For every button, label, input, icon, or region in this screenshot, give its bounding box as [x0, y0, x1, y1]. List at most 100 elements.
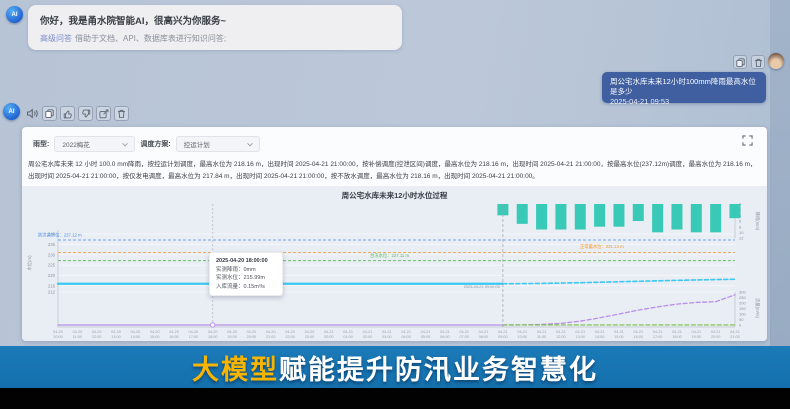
svg-text:10: 10 [739, 230, 744, 235]
svg-text:04-20: 04-20 [285, 330, 295, 334]
rain-type-select[interactable]: 2022梅花 [54, 136, 135, 152]
svg-text:04-20: 04-20 [247, 330, 257, 334]
svg-text:04-20: 04-20 [131, 330, 141, 334]
svg-text:18:00: 18:00 [208, 335, 218, 339]
export-icon [99, 109, 109, 119]
banner-highlight: 大模型 [192, 348, 279, 387]
svg-text:04-20: 04-20 [111, 330, 121, 334]
svg-text:04:00: 04:00 [401, 335, 411, 339]
svg-text:04-20: 04-20 [266, 330, 276, 334]
user-message-time: 2025-04-21 09:53 [610, 97, 758, 107]
plan-value: 控运计划 [184, 139, 210, 149]
svg-text:03:00: 03:00 [382, 335, 392, 339]
svg-text:21:00: 21:00 [266, 335, 276, 339]
svg-text:225: 225 [48, 263, 56, 268]
svg-text:04-20: 04-20 [92, 330, 102, 334]
svg-text:15:00: 15:00 [150, 335, 160, 339]
tooltip-time: 2025-04-20 18:00:00 [216, 257, 276, 266]
svg-text:04-21: 04-21 [691, 330, 701, 334]
rain-type-value: 2022梅花 [62, 139, 89, 149]
svg-text:16:00: 16:00 [634, 335, 644, 339]
svg-text:02:00: 02:00 [363, 335, 373, 339]
copy-icon [45, 109, 54, 118]
svg-text:19:00: 19:00 [227, 335, 237, 339]
svg-text:12: 12 [739, 236, 744, 241]
chart-canvas: 2402352302252202152120246810123002502001… [22, 186, 767, 341]
svg-text:235: 235 [48, 242, 56, 247]
svg-text:04-21: 04-21 [382, 330, 392, 334]
thumbs-down-button[interactable] [78, 106, 93, 121]
advanced-qa-desc: 借助于文档、API、数据库表进行知识问答; [75, 34, 226, 43]
svg-text:04-21: 04-21 [730, 330, 740, 334]
delete-button[interactable] [114, 106, 129, 121]
sound-button[interactable] [25, 106, 40, 121]
thumbs-up-button[interactable] [60, 106, 75, 121]
svg-text:04-21: 04-21 [653, 330, 663, 334]
svg-text:水位(m): 水位(m) [26, 255, 32, 271]
svg-text:18:00: 18:00 [672, 335, 682, 339]
svg-text:22:00: 22:00 [285, 335, 295, 339]
svg-text:04-21: 04-21 [575, 330, 585, 334]
svg-text:00:00: 00:00 [324, 335, 334, 339]
delete-button[interactable] [751, 55, 765, 69]
svg-text:04-20: 04-20 [305, 330, 315, 334]
svg-text:13:00: 13:00 [111, 335, 121, 339]
svg-text:04-21: 04-21 [440, 330, 450, 334]
svg-text:12:00: 12:00 [92, 335, 102, 339]
copy-button[interactable] [733, 55, 747, 69]
svg-text:150: 150 [739, 306, 746, 311]
svg-text:14:00: 14:00 [131, 335, 141, 339]
svg-text:300: 300 [739, 290, 746, 295]
delete-icon [117, 109, 126, 118]
svg-text:04-21: 04-21 [421, 330, 431, 334]
svg-text:10:00: 10:00 [53, 335, 63, 339]
fullscreen-button[interactable] [742, 133, 753, 151]
svg-text:01:00: 01:00 [343, 335, 353, 339]
svg-text:04-20: 04-20 [189, 330, 199, 334]
user-avatar [768, 53, 784, 69]
svg-text:250: 250 [739, 295, 746, 300]
export-button[interactable] [96, 106, 111, 121]
svg-text:11:00: 11:00 [537, 335, 546, 339]
svg-text:05:00: 05:00 [421, 335, 431, 339]
svg-text:04-21: 04-21 [401, 330, 411, 334]
svg-text:06:00: 06:00 [440, 335, 450, 339]
svg-text:04-21: 04-21 [537, 330, 547, 334]
svg-text:20:00: 20:00 [711, 335, 721, 339]
chevron-down-icon [246, 141, 254, 148]
plan-select[interactable]: 控运计划 [176, 136, 260, 152]
svg-text:04-20: 04-20 [53, 330, 63, 334]
answer-card: 雨型: 2022梅花 调度方案: 控运计划 周公宅水库未来 12 小时 100.… [22, 127, 767, 341]
advanced-qa-tag[interactable]: 高级问答 [40, 34, 72, 43]
series-预报水位 [503, 279, 735, 283]
tooltip-inflow: 入库流量：0.15m³/s [216, 283, 276, 292]
svg-text:04-21: 04-21 [479, 330, 489, 334]
svg-text:12:00: 12:00 [556, 335, 566, 339]
bottom-black-bar [0, 388, 790, 409]
rain-type-label: 雨型: [33, 139, 49, 149]
svg-text:04-21: 04-21 [324, 330, 334, 334]
svg-text:15:00: 15:00 [614, 335, 624, 339]
ai-avatar: AI [6, 6, 23, 23]
svg-text:20:00: 20:00 [247, 335, 257, 339]
chart-toolbar: 雨型: 2022梅花 调度方案: 控运计划 [33, 136, 260, 152]
svg-text:07:00: 07:00 [459, 335, 469, 339]
plan-label: 调度方案: [140, 139, 170, 149]
svg-text:50: 50 [739, 317, 744, 322]
tooltip-rain: 实测降雨：0mm [216, 266, 276, 275]
banner: 大模型赋能提升防汛业务智慧化 [0, 346, 790, 388]
ai-greeting-bubble: 你好，我是甬水院智能AI，很高兴为你服务~ 高级问答借助于文档、API、数据库表… [28, 5, 402, 50]
svg-text:17:00: 17:00 [189, 335, 199, 339]
svg-text:04-21: 04-21 [343, 330, 353, 334]
svg-text:100: 100 [739, 312, 746, 317]
svg-text:8: 8 [739, 224, 742, 229]
svg-text:08:00: 08:00 [479, 335, 489, 339]
svg-text:11:00: 11:00 [73, 335, 82, 339]
svg-text:04-20: 04-20 [169, 330, 179, 334]
thumbs-up-icon [63, 109, 73, 119]
copy-button[interactable] [42, 106, 57, 121]
svg-text:04-21: 04-21 [711, 330, 721, 334]
delete-icon [754, 58, 763, 67]
svg-text:04-21: 04-21 [498, 330, 508, 334]
svg-text:19:00: 19:00 [692, 335, 702, 339]
